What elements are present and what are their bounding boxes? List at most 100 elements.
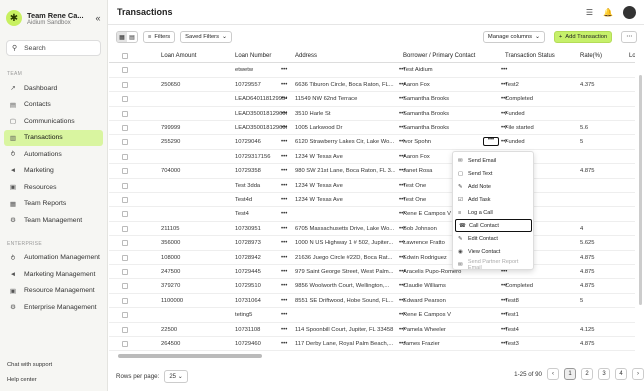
cell-actions-icon[interactable]: ••• xyxy=(501,92,507,106)
cell-actions-icon[interactable]: ••• xyxy=(281,207,287,221)
cell-actions-icon[interactable]: ••• xyxy=(399,150,405,164)
cell-actions-icon[interactable]: ••• xyxy=(399,193,405,207)
cell-actions-icon[interactable]: ••• xyxy=(399,279,405,293)
table-row[interactable]: 10729317156 1234 W Texas Ave Aaron Fox ••• •… xyxy=(109,150,635,165)
cell-actions-icon[interactable]: ••• xyxy=(399,63,405,77)
table-row[interactable]: LEAD350018129600212 3510 Harle St Samantha… xyxy=(109,107,635,121)
sliders-icon[interactable]: ☰ xyxy=(586,8,593,17)
cell-actions-icon[interactable]: ••• xyxy=(501,279,507,293)
row-checkbox[interactable] xyxy=(122,182,128,189)
cell-actions-icon[interactable]: ••• xyxy=(399,107,405,121)
row-checkbox[interactable] xyxy=(122,125,128,131)
menu-item-edit-contact[interactable]: ✎ Edit Contact xyxy=(453,232,533,245)
cell-actions-icon[interactable]: ••• xyxy=(501,323,507,337)
row-checkbox[interactable] xyxy=(122,341,128,347)
cell-actions-icon[interactable]: ••• xyxy=(501,63,507,77)
rows-per-page-select[interactable]: 25 ⌄ xyxy=(164,370,188,383)
table-row[interactable]: 22500 10731108 114 Spoonbill Court, Jupite… xyxy=(109,323,635,337)
table-row[interactable]: 356000 10728973 1000 N US Highway 1 # 502,… xyxy=(109,236,635,251)
cell-actions-icon[interactable]: ••• xyxy=(281,251,287,265)
cell-actions-icon[interactable]: ••• xyxy=(399,337,405,351)
menu-item-send-text[interactable]: ▢ Send Text xyxy=(453,167,533,180)
table-row[interactable]: 704000 10729358 980 SW 21st Lane, Boca Rat… xyxy=(109,164,635,179)
row-checkbox[interactable] xyxy=(122,139,128,146)
cell-actions-icon[interactable]: ••• xyxy=(501,135,507,149)
cell-actions-icon[interactable]: ••• xyxy=(399,135,405,149)
table-row[interactable]: 255290 10729046 6120 Strawberry Lakes Cir,… xyxy=(109,135,635,150)
help-center-link[interactable]: Help center xyxy=(7,377,37,383)
table-row[interactable]: Test 3dda1234 W Texas AveTest One•••••••… xyxy=(109,179,635,193)
collapse-sidebar-icon[interactable]: « xyxy=(93,13,103,23)
sidebar-item-enterprise-management[interactable]: ⚙ Enterprise Management xyxy=(4,299,103,316)
cell-actions-icon[interactable]: ••• xyxy=(399,251,405,265)
cell-actions-icon[interactable]: ••• xyxy=(501,337,507,351)
menu-item-add-task[interactable]: ☑ Add Task xyxy=(453,193,533,206)
column-header[interactable]: Loan Amount xyxy=(161,49,231,63)
sidebar-item-marketing[interactable]: ◄ Marketing xyxy=(4,163,103,180)
sidebar-item-transactions[interactable]: ▥ Transactions xyxy=(4,129,103,146)
avatar[interactable] xyxy=(623,6,636,19)
cell-actions-icon[interactable]: ••• xyxy=(281,308,287,322)
sidebar-item-marketing-management[interactable]: ◄ Marketing Management xyxy=(4,266,103,283)
cell-actions-icon[interactable]: ••• xyxy=(281,323,287,337)
column-header[interactable]: Loan Number xyxy=(235,49,291,63)
cell-actions-icon[interactable]: ••• xyxy=(281,222,287,236)
cell-actions-icon[interactable]: ••• xyxy=(281,265,287,279)
cell-actions-icon[interactable]: ••• xyxy=(399,179,405,193)
next-page-button[interactable]: › xyxy=(632,368,644,380)
cell-actions-icon[interactable]: ••• xyxy=(399,78,405,92)
table-row[interactable]: 247500 10729445 979 Saint George Street, W… xyxy=(109,265,635,280)
table-view-icon[interactable]: ▦ xyxy=(117,32,127,42)
cell-actions-icon[interactable]: ••• xyxy=(399,236,405,250)
table-row[interactable]: 211105 10730951 6705 Massachusetts Drive, … xyxy=(109,222,635,237)
cell-actions-icon[interactable]: ••• xyxy=(281,179,287,193)
cell-actions-icon[interactable]: ••• xyxy=(281,294,287,308)
page-button[interactable]: 1 xyxy=(564,368,576,380)
sidebar-item-automation-management[interactable]: ⥁ Automation Management xyxy=(4,250,103,267)
cell-actions-icon[interactable]: ••• xyxy=(281,279,287,293)
sidebar-item-dashboard[interactable]: ↗ Dashboard xyxy=(4,80,103,97)
horizontal-scrollbar[interactable] xyxy=(116,354,636,359)
cell-actions-icon[interactable]: ••• xyxy=(281,337,287,351)
row-checkbox[interactable] xyxy=(122,96,128,103)
cell-actions-icon[interactable]: ••• xyxy=(399,164,405,178)
row-checkbox[interactable] xyxy=(122,254,128,261)
table-row[interactable]: 1100000 10731064 8551 SE Driftwood, Hobe S… xyxy=(109,294,635,309)
cell-actions-icon[interactable]: ••• xyxy=(501,107,507,121)
card-view-icon[interactable]: ▤ xyxy=(127,32,137,42)
row-checkbox[interactable] xyxy=(122,269,128,275)
column-header[interactable]: Lo xyxy=(629,49,635,63)
row-checkbox[interactable] xyxy=(122,326,128,333)
cell-actions-icon[interactable]: ••• xyxy=(281,150,287,164)
row-checkbox[interactable] xyxy=(122,225,128,232)
menu-item-add-note[interactable]: ✎ Add Note xyxy=(453,180,533,193)
table-row[interactable]: 264500 10729460 117 Derby Lane, Royal Palm… xyxy=(109,337,635,351)
cell-actions-icon[interactable]: ••• xyxy=(399,294,405,308)
row-checkbox[interactable] xyxy=(122,197,128,203)
cell-actions-icon[interactable]: ••• xyxy=(501,121,507,135)
chat-support-link[interactable]: Chat with support xyxy=(7,362,52,368)
vertical-scrollbar[interactable] xyxy=(639,50,643,350)
table-row[interactable]: Test4d1234 W Texas AveTest One••••••••• xyxy=(109,193,635,208)
select-all-checkbox[interactable] xyxy=(122,53,128,59)
sidebar-item-communications[interactable]: ▢ Communications xyxy=(4,113,103,130)
cell-actions-icon[interactable]: ••• xyxy=(501,308,507,322)
bell-icon[interactable]: 🔔 xyxy=(603,8,613,17)
menu-item-log-a-call[interactable]: ≡ Log a Call xyxy=(453,206,533,219)
cell-actions-icon[interactable]: ••• xyxy=(281,121,287,135)
table-row[interactable]: etwetw Test Aidium ••• ••• ••• xyxy=(109,63,635,78)
menu-item-call-contact[interactable]: ☎ Call Contact xyxy=(455,219,532,232)
cell-actions-icon[interactable]: ••• xyxy=(399,265,405,279)
table-row[interactable]: teting5 Rene E Campos V Test1 ••• ••• ••• xyxy=(109,308,635,323)
sidebar-item-team-management[interactable]: ⚙ Team Management xyxy=(4,212,103,229)
cell-actions-icon[interactable]: ••• xyxy=(399,222,405,236)
cell-actions-icon[interactable]: ••• xyxy=(281,135,287,149)
cell-actions-icon[interactable]: ••• xyxy=(399,207,405,221)
team-switcher[interactable]: ✱ Team Rene Ca... Aidium Sandbox « xyxy=(0,4,107,32)
table-row[interactable]: 379270 10729510 9856 Woolworth Court, Well… xyxy=(109,279,635,294)
filters-button[interactable]: ≡ Filters xyxy=(143,31,176,43)
search-button[interactable]: ⚲ Search xyxy=(6,40,101,56)
cell-actions-icon[interactable]: ••• xyxy=(399,308,405,322)
cell-actions-icon[interactable]: ••• xyxy=(501,294,507,308)
cell-actions-icon[interactable]: ••• xyxy=(281,63,287,77)
